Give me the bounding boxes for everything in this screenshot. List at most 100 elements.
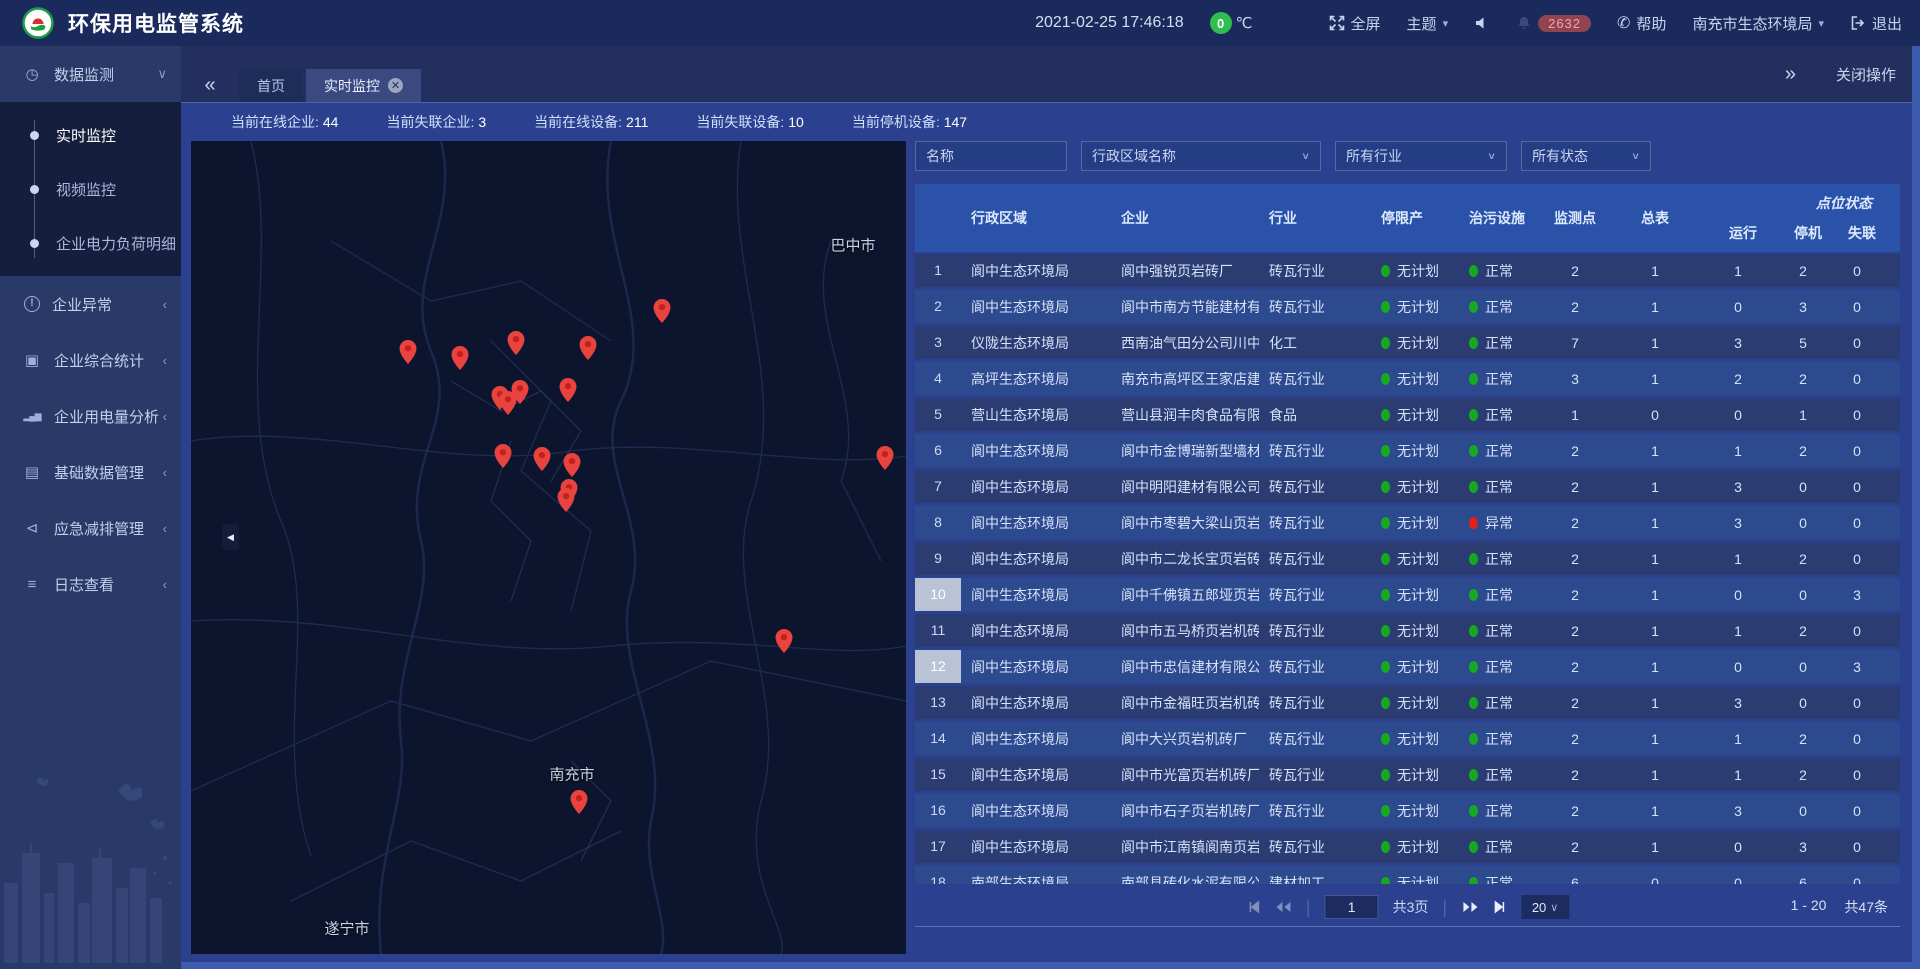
cell-limit-status: 无计划: [1371, 801, 1459, 821]
table-header: 行政区域 企业 行业 停限产 治污设施 监测点 总表 运行 停机 失联 点位状态: [915, 184, 1900, 252]
sidebar-item-3[interactable]: ▣企业综合统计‹: [0, 332, 181, 388]
cell-industry: 砖瓦行业: [1259, 549, 1371, 569]
table-row[interactable]: 18南部生态环境局南部县砖化水泥有限公建材加工无计划正常60060: [915, 866, 1900, 884]
cell-company: 营山县润丰肉食品有限: [1111, 405, 1259, 425]
table-row[interactable]: 17阆中生态环境局阆中市江南镇阆南页岩砖瓦行业无计划正常21030: [915, 830, 1900, 863]
table-row[interactable]: 15阆中生态环境局阆中市光富页岩机砖厂砖瓦行业无计划正常21120: [915, 758, 1900, 791]
table-row[interactable]: 7阆中生态环境局阆中明阳建材有限公司砖瓦行业无计划正常21300: [915, 470, 1900, 503]
map-pin-icon[interactable]: [400, 340, 417, 369]
map-pin-icon[interactable]: [877, 446, 894, 475]
limit-status-label: 无计划: [1397, 297, 1439, 317]
fullscreen-button[interactable]: 全屏: [1329, 13, 1381, 34]
table-row[interactable]: 13阆中生态环境局阆中市金福旺页岩机砖砖瓦行业无计划正常21300: [915, 686, 1900, 719]
log-icon: ≡: [22, 576, 42, 593]
sidebar-subitem[interactable]: 实时监控: [0, 108, 181, 162]
limit-status-label: 无计划: [1397, 621, 1439, 641]
table-row[interactable]: 12阆中生态环境局阆中市忠信建材有限公砖瓦行业无计划正常21003: [915, 650, 1900, 683]
table-row[interactable]: 16阆中生态环境局阆中市石子页岩机砖厂砖瓦行业无计划正常21300: [915, 794, 1900, 827]
page-size-select[interactable]: 20 ∨: [1521, 895, 1569, 919]
status-dot-green: [1381, 625, 1390, 637]
tab-home[interactable]: 首页: [239, 69, 303, 102]
table-row[interactable]: 11阆中生态环境局阆中市五马桥页岩机砖砖瓦行业无计划正常21120: [915, 614, 1900, 647]
status-dot-green: [1469, 373, 1478, 385]
sidebar-item-7[interactable]: ≡日志查看‹: [0, 556, 181, 612]
map-pin-icon[interactable]: [508, 331, 525, 360]
status-dot-green: [1469, 697, 1478, 709]
cell-run: 3: [1699, 803, 1777, 819]
help-button[interactable]: ✆ 帮助: [1617, 13, 1666, 34]
sidebar-item-1[interactable]: ◷数据监测∨: [0, 46, 181, 102]
map-pin-icon[interactable]: [495, 444, 512, 473]
map-collapse-handle[interactable]: ◀: [222, 524, 239, 550]
row-index: 17: [915, 830, 961, 863]
first-page-icon[interactable]: [1246, 900, 1260, 914]
close-icon[interactable]: ✕: [388, 78, 403, 93]
app-logo-icon: [22, 7, 54, 39]
sidebar-subitem[interactable]: 企业电力负荷明细: [0, 216, 181, 270]
status-filter-select[interactable]: 所有状态 ∨: [1521, 141, 1651, 171]
industry-filter-select[interactable]: 所有行业 ∨: [1335, 141, 1507, 171]
map-pin-icon[interactable]: [534, 447, 551, 476]
table-row[interactable]: 9阆中生态环境局阆中市二龙长宝页岩砖砖瓦行业无计划正常21120: [915, 542, 1900, 575]
map-pin-icon[interactable]: [654, 299, 671, 328]
table-row[interactable]: 10阆中生态环境局阆中千佛镇五郎垭页岩砖瓦行业无计划正常21003: [915, 578, 1900, 611]
region-filter-select[interactable]: 行政区域名称 ∨: [1081, 141, 1321, 171]
mute-button[interactable]: [1474, 15, 1490, 31]
sidebar-item-2[interactable]: !企业异常‹: [0, 276, 181, 332]
sidebar-subitem[interactable]: 视频监控: [0, 162, 181, 216]
theme-menu[interactable]: 主题 ▾: [1407, 13, 1449, 34]
table-row[interactable]: 8阆中生态环境局阆中市枣碧大梁山页岩砖瓦行业无计划异常21300: [915, 506, 1900, 539]
cell-lost: 0: [1829, 299, 1885, 315]
map-pin-icon[interactable]: [452, 346, 469, 375]
map-pin-icon[interactable]: [776, 629, 793, 658]
row-index: 4: [915, 362, 961, 395]
sidebar-item-4[interactable]: ▂▄▆企业用电量分析‹: [0, 388, 181, 444]
horizontal-scrollbar[interactable]: [0, 962, 1920, 969]
cell-limit-status: 无计划: [1371, 261, 1459, 281]
cell-limit-status: 无计划: [1371, 369, 1459, 389]
limit-status-label: 无计划: [1397, 405, 1439, 425]
row-index: 16: [915, 794, 961, 827]
sidebar-item-label: 日志查看: [54, 574, 114, 595]
map-pin-icon[interactable]: [564, 453, 581, 482]
sidebar-item-5[interactable]: ▤基础数据管理‹: [0, 444, 181, 500]
table-row[interactable]: 1阆中生态环境局阆中强锐页岩砖厂砖瓦行业无计划正常21120: [915, 254, 1900, 287]
tabs-scroll-left-icon[interactable]: «: [181, 69, 239, 102]
map-pin-icon[interactable]: [558, 488, 575, 517]
map-pin-icon[interactable]: [580, 336, 597, 365]
map-pin-icon[interactable]: [512, 380, 529, 409]
next-page-icon[interactable]: [1461, 900, 1479, 914]
cell-industry: 砖瓦行业: [1259, 585, 1371, 605]
table-row[interactable]: 5营山生态环境局营山县润丰肉食品有限食品无计划正常10010: [915, 398, 1900, 431]
vertical-scrollbar[interactable]: [1912, 46, 1920, 962]
tabs-scroll-right-icon[interactable]: »: [1785, 63, 1796, 86]
tab-realtime-monitor[interactable]: 实时监控 ✕: [306, 69, 421, 102]
org-menu[interactable]: 南充市生态环境局 ▾: [1692, 13, 1824, 34]
last-page-icon[interactable]: [1493, 900, 1507, 914]
table-row[interactable]: 3仪陇生态环境局西南油气田分公司川中化工无计划正常71350: [915, 326, 1900, 359]
table-row[interactable]: 14阆中生态环境局阆中大兴页岩机砖厂砖瓦行业无计划正常21120: [915, 722, 1900, 755]
logout-button[interactable]: 退出: [1850, 13, 1902, 34]
speaker-muted-icon: [1474, 15, 1490, 31]
name-filter-input[interactable]: [915, 141, 1067, 171]
close-operations-button[interactable]: 关闭操作: [1836, 64, 1896, 85]
cell-lost: 0: [1829, 731, 1885, 747]
map-pin-icon[interactable]: [571, 790, 588, 819]
cell-industry: 砖瓦行业: [1259, 297, 1371, 317]
page-number-input[interactable]: [1325, 895, 1379, 919]
range-label: 1 - 20: [1791, 897, 1827, 917]
table-row[interactable]: 4高坪生态环境局南充市高坪区王家店建砖瓦行业无计划正常31220: [915, 362, 1900, 395]
table-row[interactable]: 6阆中生态环境局阆中市金博瑞新型墙材砖瓦行业无计划正常21120: [915, 434, 1900, 467]
sidebar-item-6[interactable]: ⊲应急减排管理‹: [0, 500, 181, 556]
stat-item: 当前在线设备:211: [534, 112, 648, 132]
facility-status-label: 正常: [1485, 333, 1513, 353]
row-index: 12: [915, 650, 961, 683]
facility-status-label: 异常: [1485, 513, 1513, 533]
row-index: 13: [915, 686, 961, 719]
notifications-button[interactable]: 2632: [1516, 15, 1591, 32]
table-row[interactable]: 2阆中生态环境局阆中市南方节能建材有砖瓦行业无计划正常21030: [915, 290, 1900, 323]
cell-lost: 0: [1829, 695, 1885, 711]
map-pin-icon[interactable]: [560, 378, 577, 407]
prev-page-icon[interactable]: [1274, 900, 1292, 914]
map-panel[interactable]: 巴中市南充市遂宁市: [191, 141, 906, 954]
